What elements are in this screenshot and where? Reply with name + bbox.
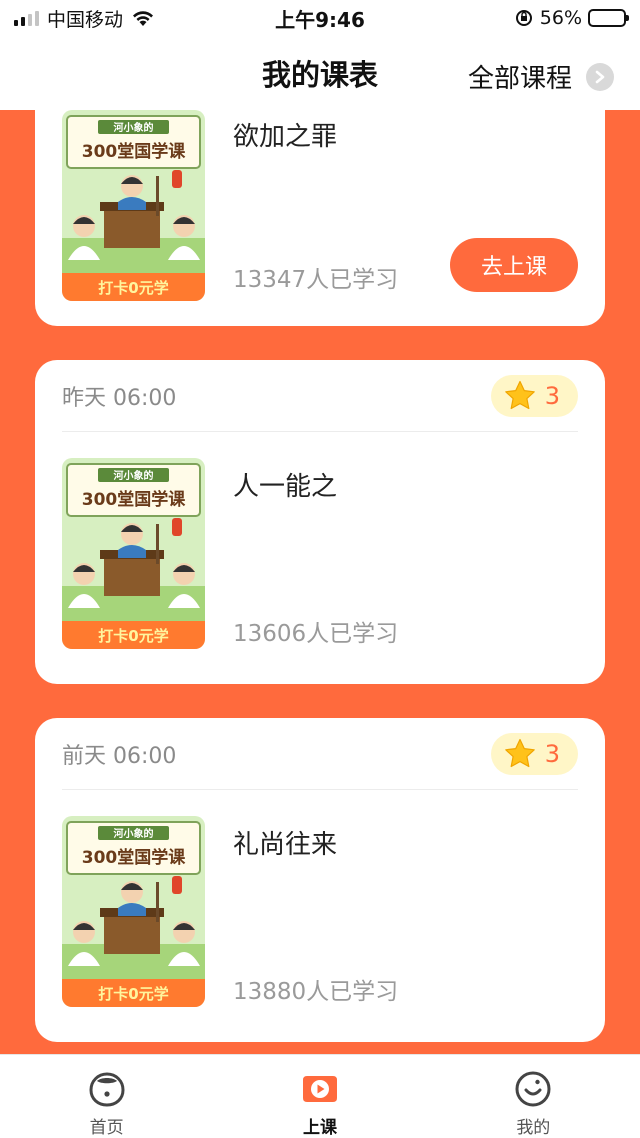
tab-class[interactable]: 上课: [213, 1055, 426, 1138]
profile-face-icon: [515, 1071, 551, 1107]
go-to-class-button[interactable]: 去上课: [450, 238, 578, 292]
thumb-tag: 河小象的: [114, 827, 154, 840]
course-thumbnail: 河小象的 300堂国学课 打卡0元学: [62, 458, 205, 649]
bottom-tab-bar: 首页 上课 我的: [0, 1054, 640, 1138]
course-name: 欲加之罪: [233, 122, 338, 152]
course-name: 人一能之: [233, 472, 338, 502]
course-card[interactable]: 河小象的 300堂国学课 打卡0元学 欲加之罪 13347人已学习 去上课: [35, 110, 605, 326]
learner-count: 13880人已学习: [233, 979, 399, 1005]
card-header: 昨天 06:00 3: [62, 360, 578, 432]
battery-icon: [588, 9, 629, 27]
card-header: 前天 06:00 3: [62, 718, 578, 790]
learner-count: 13347人已学习: [233, 267, 399, 293]
status-bar: 中国移动 上午9:46 56%: [0, 0, 640, 36]
tab-home[interactable]: 首页: [0, 1055, 213, 1138]
tab-label: 上课: [302, 1118, 337, 1138]
cellular-signal-icon: [14, 10, 39, 26]
course-thumbnail: 河小象的 300堂国学课 打卡0元学: [62, 110, 205, 301]
lesson-time: 昨天 06:00: [62, 385, 177, 411]
thumb-footer: 打卡0元学: [98, 627, 168, 645]
course-card[interactable]: 前天 06:00 3 河小象的 300堂国学课 打卡0元学 礼尚往来 13880…: [35, 718, 605, 1042]
tab-label: 首页: [89, 1118, 124, 1138]
page-title: 我的课表: [261, 58, 378, 92]
tab-mine[interactable]: 我的: [427, 1055, 640, 1138]
course-thumbnail: 河小象的 300堂国学课 打卡0元学: [62, 816, 205, 1007]
page-header: 我的课表 全部课程: [0, 36, 640, 110]
lesson-time: 前天 06:00: [62, 743, 177, 769]
thumb-tag: 河小象的: [114, 121, 154, 134]
star-badge: 3: [490, 732, 578, 775]
course-card[interactable]: 昨天 06:00 3 河小象的 300堂国学课 打卡0元学 人一能之 13606…: [35, 360, 605, 684]
learner-count: 13606人已学习: [233, 621, 399, 647]
wifi-icon: [133, 11, 154, 26]
home-face-icon: [89, 1072, 125, 1107]
thumb-title: 300堂国学课: [82, 141, 186, 162]
thumb-footer: 打卡0元学: [98, 279, 168, 297]
orientation-lock-icon: [515, 10, 532, 26]
course-name: 礼尚往来: [233, 830, 338, 860]
star-count: 3: [544, 739, 560, 768]
all-courses-label: 全部课程: [467, 64, 572, 94]
schedule-list[interactable]: 河小象的 300堂国学课 打卡0元学 欲加之罪 13347人已学习 去上课 昨天…: [0, 110, 640, 1054]
battery-percent: 56%: [539, 7, 582, 29]
clock: 上午9:46: [275, 7, 365, 32]
carrier-name: 中国移动: [47, 8, 124, 31]
thumb-footer: 打卡0元学: [98, 985, 168, 1003]
tab-label: 我的: [516, 1118, 551, 1138]
thumb-title: 300堂国学课: [82, 489, 186, 510]
play-icon: [302, 1076, 337, 1102]
star-badge: 3: [490, 374, 578, 417]
star-icon: [504, 380, 535, 409]
thumb-title: 300堂国学课: [82, 847, 186, 868]
thumb-tag: 河小象的: [114, 469, 154, 482]
star-count: 3: [544, 381, 560, 410]
star-icon: [504, 738, 535, 767]
all-courses-link[interactable]: 全部课程: [468, 58, 614, 95]
chevron-right-icon: [586, 62, 614, 91]
